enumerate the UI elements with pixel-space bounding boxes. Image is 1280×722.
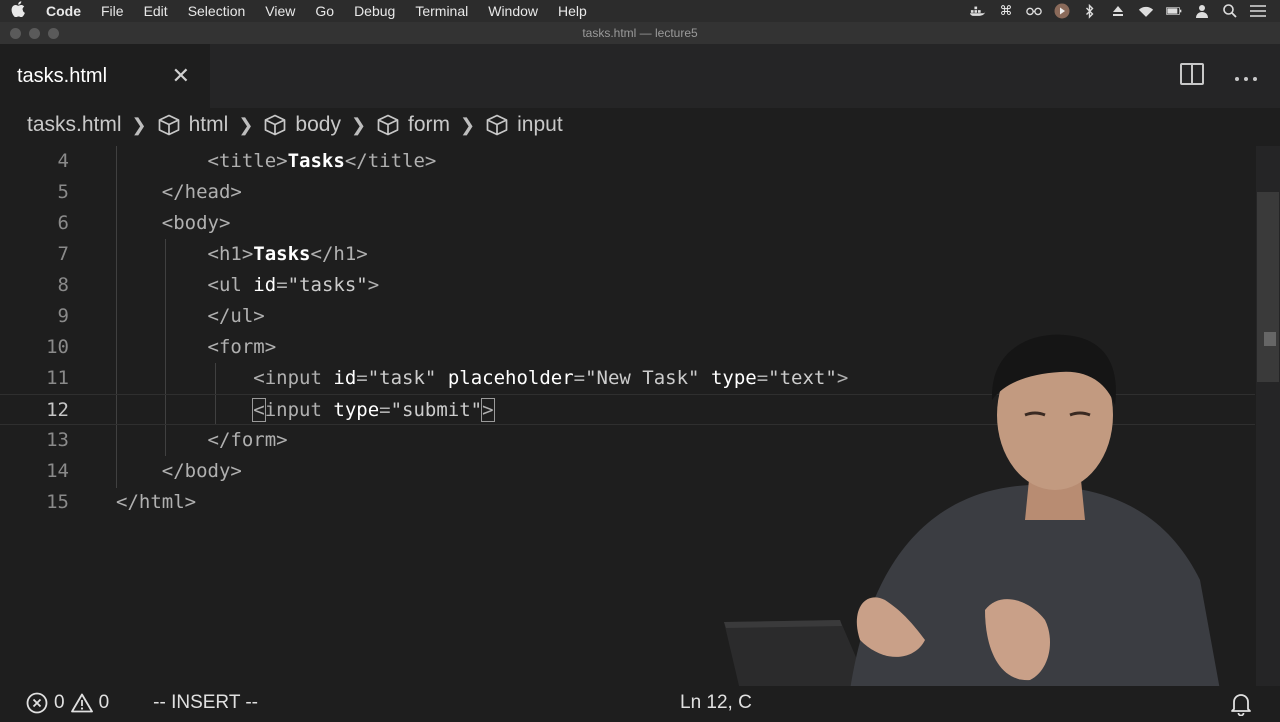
list-icon[interactable] [1250,4,1266,18]
glasses-icon[interactable] [1026,4,1042,18]
editor-tab-bar: tasks.html ✕ [0,44,1280,108]
line-text: </ul> [207,305,265,327]
line-text: </body> [161,460,242,482]
media-icon[interactable] [1054,3,1070,19]
element-cube-icon [377,114,399,136]
warning-icon [70,693,93,713]
menu-window[interactable]: Window [478,3,548,19]
scrollbar-position-marker [1264,332,1276,346]
breadcrumb-input[interactable]: input [485,113,563,137]
line-number: 12 [46,399,69,421]
close-window-button[interactable] [10,28,21,39]
search-icon[interactable] [1222,4,1238,18]
chevron-right-icon: ❯ [131,114,147,135]
menu-debug[interactable]: Debug [344,3,405,19]
breadcrumb-file[interactable]: tasks.html [27,113,122,137]
line-number: 14 [46,460,69,482]
line-number: 4 [57,150,69,172]
more-actions-icon[interactable] [1234,67,1258,86]
line-text: </head> [161,181,242,203]
chevron-right-icon: ❯ [350,114,367,135]
notifications-bell-icon[interactable] [1230,692,1252,722]
line-text: <title>Tasks</title> [207,150,437,172]
line-number: 5 [57,181,69,203]
chevron-right-icon: ❯ [238,114,254,135]
error-icon [26,692,48,714]
breadcrumb-form[interactable]: form [376,113,450,137]
scrollbar-thumb[interactable] [1257,192,1279,382]
breadcrumb-html[interactable]: html [157,113,229,137]
menu-bar: Code File Edit Selection View Go Debug T… [0,0,1280,22]
menu-selection[interactable]: Selection [178,3,256,19]
code-line[interactable]: 7 <h1>Tasks</h1> [0,239,1255,270]
problems-indicator[interactable]: 0 0 [26,692,109,714]
breadcrumb-label: html [188,113,229,136]
warning-count: 0 [98,692,110,713]
window-title: tasks.html — lecture5 [582,26,698,40]
line-number: 8 [57,274,69,296]
cursor-position[interactable]: Ln 12, C [680,692,752,714]
breadcrumb-label: input [517,113,563,136]
tab-tasks-html[interactable]: tasks.html ✕ [0,44,210,108]
wifi-icon[interactable] [1138,4,1154,18]
line-text: <form> [207,336,277,358]
line-number: 6 [57,212,69,234]
minimize-window-button[interactable] [29,28,40,39]
menu-app-code[interactable]: Code [36,3,91,19]
line-text: <ul id="tasks"> [207,274,380,296]
chevron-right-icon: ❯ [460,114,476,135]
menu-help[interactable]: Help [548,3,597,19]
window-controls [10,28,59,39]
eject-icon[interactable] [1110,4,1126,18]
element-cube-icon [158,114,179,136]
menu-edit[interactable]: Edit [134,3,178,19]
line-text: <h1>Tasks</h1> [207,243,368,265]
tab-label: tasks.html [17,64,108,87]
editor-actions [1180,63,1280,89]
docker-icon[interactable] [970,4,986,18]
battery-icon[interactable] [1166,4,1182,18]
bluetooth-icon[interactable] [1082,3,1098,19]
line-number: 11 [46,367,69,389]
line-text: <input type="submit"> [252,398,495,422]
code-line[interactable]: 4 <title>Tasks</title> [0,146,1255,177]
breadcrumb-body[interactable]: body [263,113,341,137]
line-number: 7 [57,243,69,265]
window-title-bar: tasks.html — lecture5 [0,22,1280,44]
line-text: </html> [116,491,197,513]
element-cube-icon [486,114,508,136]
breadcrumb-label: form [408,113,451,136]
menu-go[interactable]: Go [305,3,344,19]
vim-mode-indicator: -- INSERT -- [153,692,259,713]
status-bar: 0 0 -- INSERT -- Ln 12, C [0,686,1280,720]
close-icon[interactable]: ✕ [172,63,190,89]
presenter-video-overlay [724,334,1220,690]
menu-file[interactable]: File [91,3,134,19]
breadcrumb: tasks.html ❯ html ❯ body ❯ form ❯ input [0,108,1280,142]
apple-icon[interactable] [0,1,36,21]
element-cube-icon [265,114,286,136]
line-number: 15 [46,491,69,513]
zoom-window-button[interactable] [48,28,59,39]
error-count: 0 [54,692,65,713]
code-line[interactable]: 5 </head> [0,177,1255,208]
command-icon[interactable]: ⌘ [998,3,1014,18]
breadcrumb-label: body [295,113,341,136]
line-text: </form> [207,429,288,451]
line-number: 10 [46,336,69,358]
line-text: <body> [161,212,231,234]
menu-terminal[interactable]: Terminal [405,3,478,19]
line-number: 9 [57,305,69,327]
code-line[interactable]: 8 <ul id="tasks"> [0,270,1255,301]
status-tray: ⌘ [970,3,1280,19]
split-editor-icon[interactable] [1180,63,1204,89]
user-icon[interactable] [1194,4,1210,18]
code-line[interactable]: 6 <body> [0,208,1255,239]
line-number: 13 [46,429,69,451]
menu-view[interactable]: View [255,3,305,19]
